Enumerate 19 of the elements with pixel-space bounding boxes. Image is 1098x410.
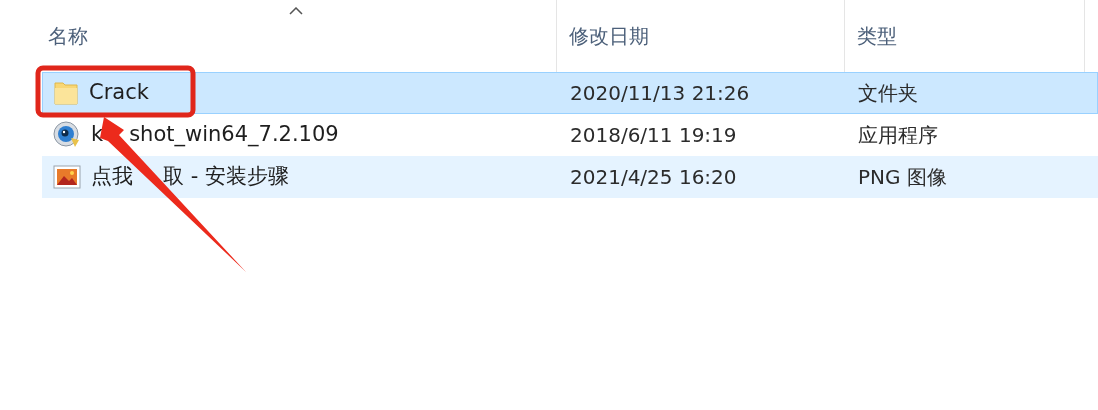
column-label: 名称: [48, 26, 88, 46]
modified-date: 2018/6/11 19:19: [569, 122, 738, 149]
file-type: 文件夹: [857, 80, 919, 107]
file-row[interactable]: Crack 2020/11/13 21:26 文件夹: [42, 72, 1098, 114]
file-name: shot_win64_7.2.109: [129, 121, 339, 149]
file-type: 应用程序: [857, 122, 939, 149]
modified-date: 2021/4/25 16:20: [569, 164, 738, 191]
app-icon: [53, 121, 81, 149]
column-label: 修改日期: [569, 26, 649, 46]
sort-caret-icon: [289, 7, 303, 15]
file-row[interactable]: 点我 取 - 安装步骤 2021/4/25 16:20 PNG 图像: [42, 156, 1098, 198]
image-file-icon: [53, 165, 81, 189]
folder-icon: [53, 80, 79, 106]
column-label: 类型: [857, 26, 897, 46]
modified-date: 2020/11/13 21:26: [569, 80, 751, 107]
file-name: 点我: [91, 163, 133, 191]
file-name: Crack: [89, 79, 149, 107]
file-name: 取 - 安装步骤: [163, 163, 289, 191]
file-type: PNG 图像: [857, 164, 948, 191]
